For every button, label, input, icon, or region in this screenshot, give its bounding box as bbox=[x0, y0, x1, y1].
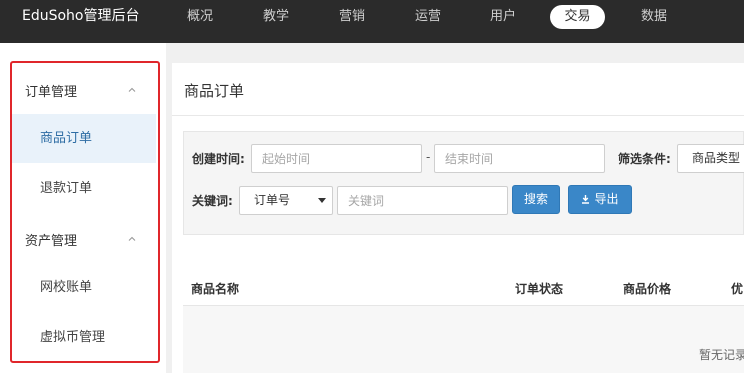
keyword-label: 关键词: bbox=[192, 194, 233, 208]
product-type-select[interactable]: 商品类型 bbox=[677, 144, 744, 173]
nav-marketing[interactable]: 营销 bbox=[335, 5, 369, 29]
end-time-input[interactable] bbox=[434, 144, 605, 173]
brand-title[interactable]: EduSoho管理后台 bbox=[22, 0, 140, 33]
keyword-type-select[interactable]: 订单号 bbox=[239, 186, 333, 215]
filter-condition-label: 筛选条件: bbox=[618, 152, 671, 166]
filter-form: 创建时间: - 筛选条件: 商品类型 关键词: 订单号 搜索 导出 bbox=[183, 131, 744, 235]
table-body: 暂无记录 bbox=[183, 306, 744, 373]
column-discount: 优 bbox=[731, 282, 744, 296]
column-product-price: 商品价格 bbox=[623, 282, 672, 296]
nav-overview[interactable]: 概况 bbox=[183, 5, 217, 29]
main-content: 商品订单 创建时间: - 筛选条件: 商品类型 关键词: 订单号 搜索 导出 商… bbox=[166, 43, 744, 373]
export-button[interactable]: 导出 bbox=[568, 185, 632, 214]
nav-users[interactable]: 用户 bbox=[486, 5, 520, 29]
keyword-type-value: 订单号 bbox=[254, 193, 291, 207]
table-header: 商品名称 订单状态 商品价格 优 bbox=[183, 269, 744, 306]
nav-operations[interactable]: 运营 bbox=[411, 5, 445, 29]
column-product-name: 商品名称 bbox=[191, 282, 240, 296]
created-time-label: 创建时间: bbox=[192, 152, 245, 166]
top-navbar: EduSoho管理后台 概况 教学 营销 运营 用户 交易 数据 bbox=[0, 0, 744, 43]
empty-state-text: 暂无记录 bbox=[699, 348, 744, 362]
highlight-outline bbox=[10, 61, 160, 363]
download-icon bbox=[582, 195, 590, 204]
search-button[interactable]: 搜索 bbox=[512, 185, 560, 214]
caret-down-icon bbox=[318, 198, 326, 203]
column-order-status: 订单状态 bbox=[515, 282, 564, 296]
orders-panel: 商品订单 创建时间: - 筛选条件: 商品类型 关键词: 订单号 搜索 导出 商… bbox=[172, 63, 744, 373]
title-divider bbox=[172, 115, 744, 116]
nav-data[interactable]: 数据 bbox=[637, 5, 671, 29]
nav-teaching[interactable]: 教学 bbox=[259, 5, 293, 29]
page-title: 商品订单 bbox=[184, 82, 245, 100]
export-button-label: 导出 bbox=[594, 192, 619, 206]
start-time-input[interactable] bbox=[251, 144, 422, 173]
keyword-input[interactable] bbox=[337, 186, 508, 215]
range-separator: - bbox=[426, 150, 431, 164]
nav-transactions[interactable]: 交易 bbox=[550, 5, 605, 29]
product-type-value: 商品类型 bbox=[692, 151, 741, 165]
